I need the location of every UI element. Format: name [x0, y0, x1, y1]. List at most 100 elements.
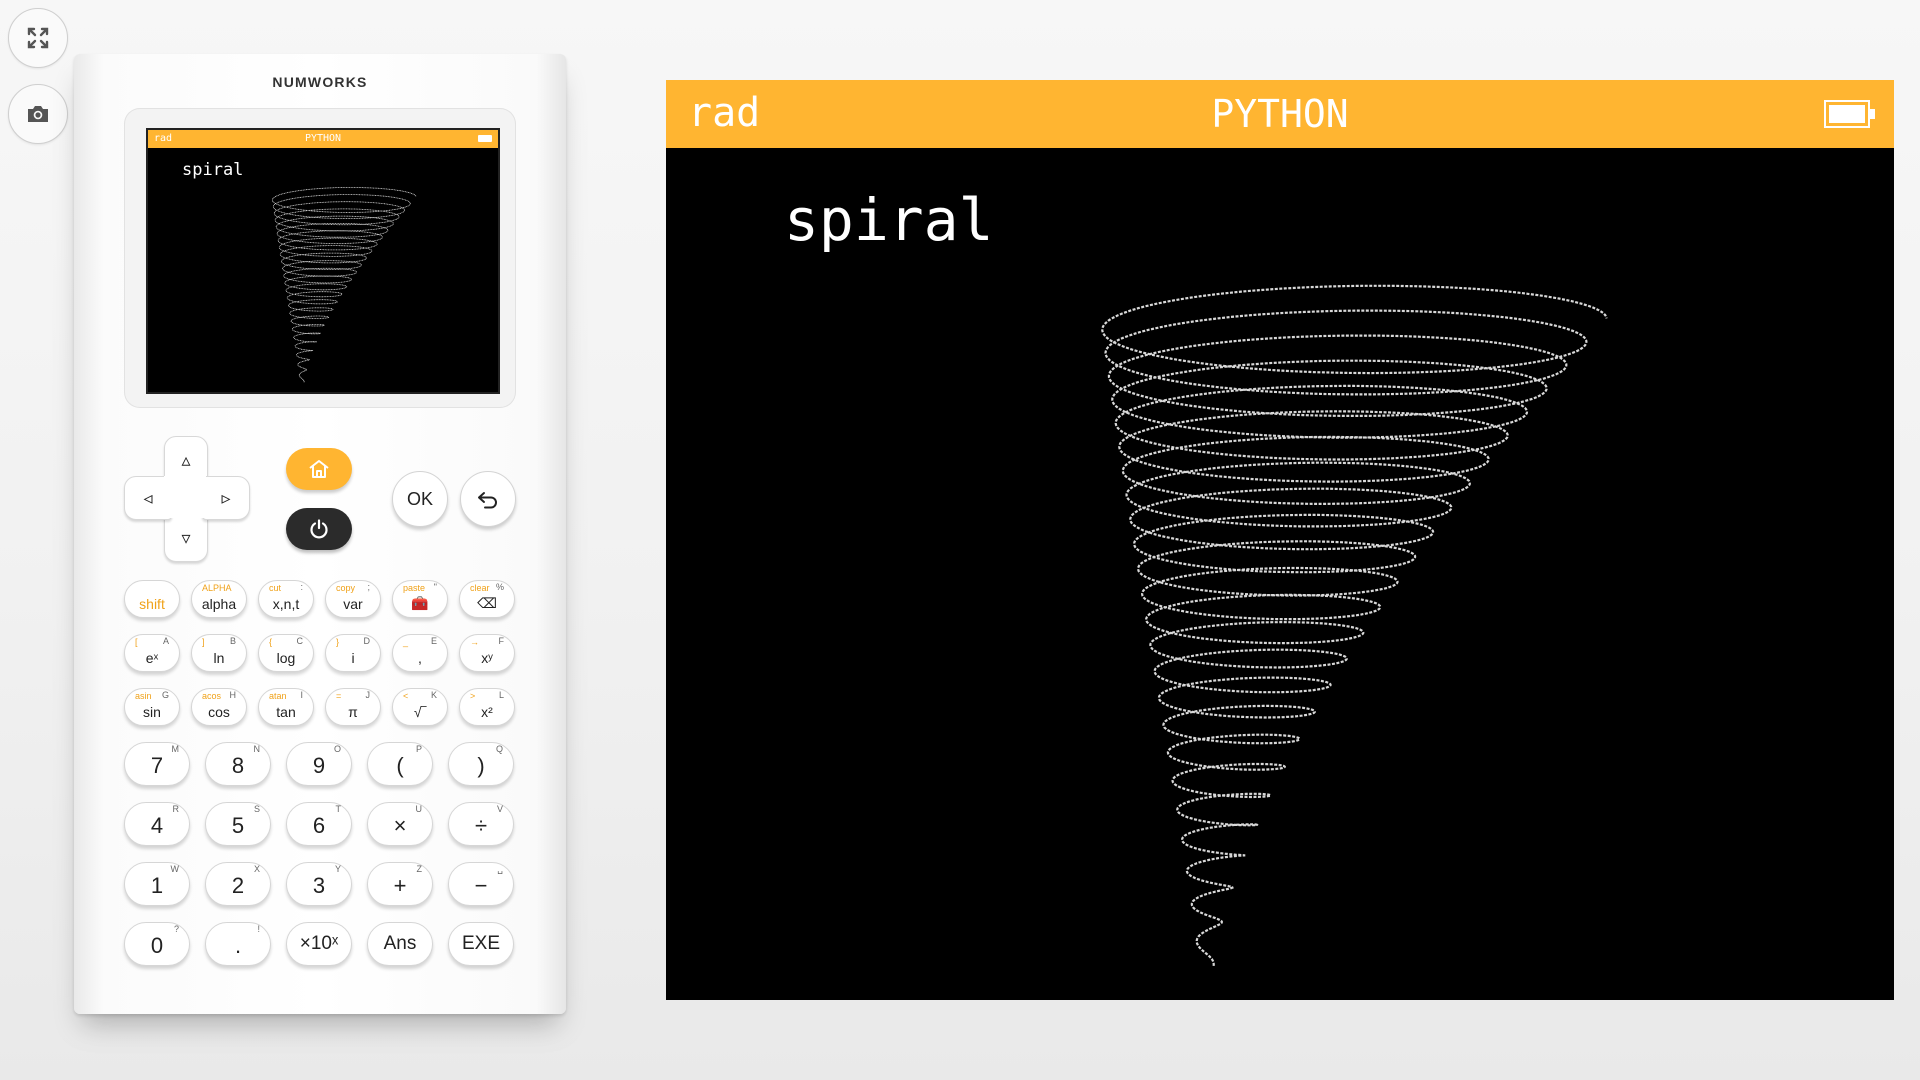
key-1-2[interactable]: log{C	[258, 634, 314, 672]
key-num-0-3[interactable]: (P	[367, 742, 433, 786]
key-secondary-label: acos	[202, 691, 222, 701]
key-0-4[interactable]: 🧰 paste "	[392, 580, 448, 618]
key-0-0[interactable]: shift	[124, 580, 180, 618]
key-1-5[interactable]: xʸ → F	[459, 634, 515, 672]
key-secondary-label: {	[269, 637, 273, 647]
key-alpha-label: J	[365, 690, 371, 700]
key-secondary-label: =	[336, 691, 342, 701]
key-num-3-2[interactable]: ×10ˣ	[286, 922, 352, 966]
key-2-5[interactable]: x² > L	[459, 688, 515, 726]
key-alpha-label: Z	[416, 864, 423, 874]
key-2-3[interactable]: π = J	[325, 688, 381, 726]
key-label: i	[351, 650, 355, 666]
key-num-2-2[interactable]: 3Y	[286, 862, 352, 906]
key-alpha-label: P	[415, 744, 422, 754]
key-alpha-label: W	[170, 864, 180, 874]
battery-icon	[478, 135, 492, 142]
key-secondary-label: atan	[269, 691, 287, 701]
key-num-3-3[interactable]: Ans	[367, 922, 433, 966]
key-label: −	[474, 873, 488, 898]
key-label: EXE	[461, 933, 501, 954]
key-label: 8	[231, 753, 245, 778]
key-secondary-label: clear	[470, 583, 490, 593]
key-num-3-4[interactable]: EXE	[448, 922, 514, 966]
key-alpha-label: %	[495, 582, 504, 592]
key-num-3-0[interactable]: 0?	[124, 922, 190, 966]
key-num-3-1[interactable]: .!	[205, 922, 271, 966]
home-button[interactable]	[286, 448, 352, 490]
key-num-1-0[interactable]: 4R	[124, 802, 190, 846]
key-0-3[interactable]: var copy;	[325, 580, 381, 618]
key-label: 6	[312, 813, 326, 838]
key-label: 2	[231, 873, 245, 898]
key-num-0-0[interactable]: 7M	[124, 742, 190, 786]
emulator-display: rad PYTHON spiral	[666, 80, 1894, 1000]
key-num-2-0[interactable]: 1W	[124, 862, 190, 906]
key-num-0-1[interactable]: 8N	[205, 742, 271, 786]
key-label: 0	[150, 933, 164, 958]
key-alpha-label: S	[253, 804, 260, 814]
status-bar: rad PYTHON	[666, 80, 1894, 148]
dpad-down-button[interactable]: ▿	[164, 514, 208, 562]
key-num-1-2[interactable]: 6T	[286, 802, 352, 846]
key-2-1[interactable]: cos acos H	[191, 688, 247, 726]
mini-app-title: PYTHON	[304, 133, 342, 144]
key-label: shift	[139, 596, 165, 612]
key-label: tan	[276, 704, 296, 720]
key-label: 5	[231, 813, 245, 838]
key-alpha-label: :	[300, 582, 303, 592]
dpad-center	[164, 476, 206, 518]
key-alpha-label: ␣	[497, 864, 503, 874]
back-icon	[478, 492, 497, 509]
key-num-1-4[interactable]: ÷ V	[448, 802, 514, 846]
ok-label: OK	[406, 488, 433, 509]
key-1-4[interactable]: , _ E	[392, 634, 448, 672]
key-label: ⌫	[477, 595, 497, 611]
key-label: var	[343, 596, 363, 612]
key-num-1-3[interactable]: × U	[367, 802, 433, 846]
key-0-5[interactable]: ⌫ clear%	[459, 580, 515, 618]
key-label: 1	[150, 873, 164, 898]
fullscreen-button[interactable]	[8, 8, 68, 68]
key-num-0-2[interactable]: 9O	[286, 742, 352, 786]
calculator-screen: rad PYTHON spiral	[146, 128, 500, 394]
key-label: ×10ˣ	[299, 933, 339, 954]
key-num-1-1[interactable]: 5S	[205, 802, 271, 846]
spiral-path	[1101, 284, 1608, 966]
key-alpha-label: F	[498, 636, 505, 646]
key-2-4[interactable]: √‾ < K	[392, 688, 448, 726]
key-1-0[interactable]: eˣ [A	[124, 634, 180, 672]
key-alpha-label: N	[253, 744, 261, 754]
key-label: Ans	[383, 933, 417, 954]
ok-button[interactable]: OK	[392, 471, 448, 527]
screenshot-button[interactable]	[8, 84, 68, 144]
home-icon	[309, 460, 329, 478]
key-2-0[interactable]: sin asin G	[124, 688, 180, 726]
key-num-2-3[interactable]: + Z	[367, 862, 433, 906]
key-alpha-label: X	[253, 864, 260, 874]
key-num-0-4[interactable]: ) Q	[448, 742, 514, 786]
key-label: π	[348, 704, 358, 720]
key-num-2-1[interactable]: 2X	[205, 862, 271, 906]
key-label: )	[477, 753, 485, 778]
dpad-right-button[interactable]: ▹	[202, 476, 250, 520]
key-2-2[interactable]: tan atan I	[258, 688, 314, 726]
key-alpha-label: T	[335, 804, 342, 814]
key-0-1[interactable]: alpha ALPHA	[191, 580, 247, 618]
key-alpha-label: A	[162, 636, 169, 646]
key-label: 🧰	[411, 595, 429, 611]
key-secondary-label: copy	[336, 583, 356, 593]
power-button[interactable]	[286, 508, 352, 550]
key-alpha-label: Q	[495, 744, 503, 754]
key-secondary-label: →	[470, 637, 479, 647]
key-alpha-label: V	[496, 804, 503, 814]
battery-icon	[1824, 100, 1875, 128]
key-0-2[interactable]: x,n,t cut:	[258, 580, 314, 618]
key-1-1[interactable]: ln] B	[191, 634, 247, 672]
back-button[interactable]	[460, 471, 516, 527]
key-1-3[interactable]: i} D	[325, 634, 381, 672]
dpad: ▵ ▿ ◃ ▹	[124, 436, 250, 562]
key-alpha-label: ?	[173, 924, 179, 934]
key-label: eˣ	[145, 650, 159, 666]
key-num-2-4[interactable]: − ␣	[448, 862, 514, 906]
